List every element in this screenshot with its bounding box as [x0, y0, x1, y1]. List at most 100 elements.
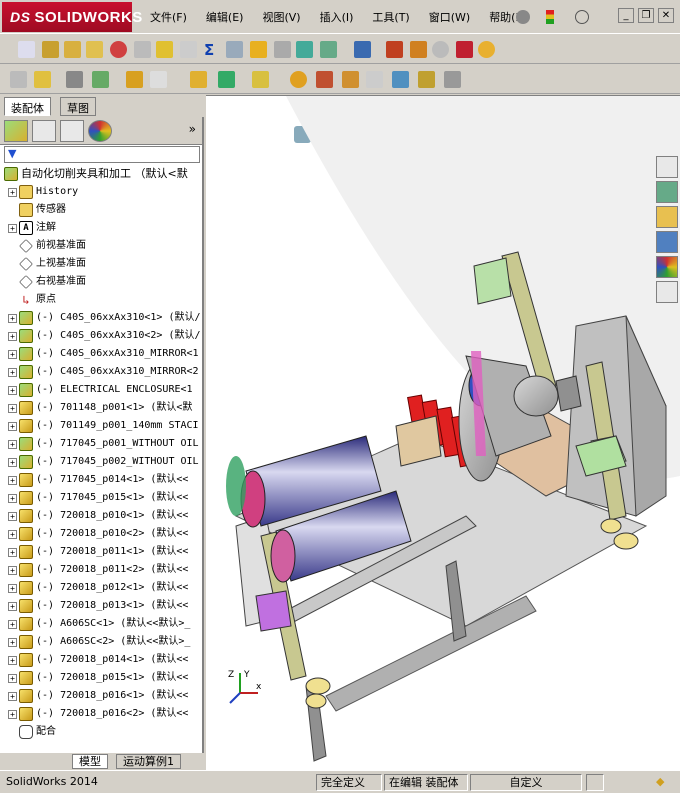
- design-icon[interactable]: [386, 41, 403, 58]
- performance-icon[interactable]: [110, 41, 127, 58]
- expand-toggle-icon[interactable]: +: [8, 349, 17, 359]
- split-icon[interactable]: [274, 41, 291, 58]
- tree-item[interactable]: + (-) 720018_p011<1> (默认<<: [0, 543, 202, 561]
- tree-item[interactable]: + (-) 720018_p011<2> (默认<<: [0, 561, 202, 579]
- tree-item[interactable]: + (-) C40S_06xxAx310_MIRROR<2: [0, 363, 202, 381]
- tab-model[interactable]: 模型: [72, 754, 108, 769]
- resources-icon[interactable]: [656, 156, 678, 178]
- tree-filter-input[interactable]: ▼: [4, 146, 200, 163]
- stack-icon[interactable]: [456, 41, 473, 58]
- close-button[interactable]: ✕: [658, 8, 674, 23]
- gear-icon[interactable]: [410, 41, 427, 58]
- expand-toggle-icon[interactable]: +: [8, 493, 17, 503]
- expand-toggle-icon[interactable]: +: [8, 655, 17, 665]
- expand-toggle-icon[interactable]: +: [8, 385, 17, 395]
- rebuild-status-icon[interactable]: [586, 774, 604, 791]
- tree-item[interactable]: + (-) 701149_p001_140mm STACI: [0, 417, 202, 435]
- tree-item[interactable]: + (-) 717045_p001_WITHOUT OIL: [0, 435, 202, 453]
- status-custom-units[interactable]: 自定义: [470, 774, 582, 791]
- clearance-icon[interactable]: [392, 71, 409, 88]
- menu-edit[interactable]: 编辑(E): [206, 9, 244, 25]
- expand-toggle-icon[interactable]: +: [8, 637, 17, 647]
- expand-toggle-icon[interactable]: +: [8, 691, 17, 701]
- solidworks-logo[interactable]: DS SOLIDWORKS: [2, 2, 142, 32]
- compare-icon[interactable]: [296, 41, 313, 58]
- graphics-area[interactable]: ◫ ⊟ _ ❐ ✕: [206, 95, 680, 770]
- traffic-light-icon[interactable]: [546, 10, 554, 24]
- tree-item[interactable]: + (-) 720018_p010<2> (默认<<: [0, 525, 202, 543]
- expand-toggle-icon[interactable]: +: [8, 475, 17, 485]
- expand-toggle-icon[interactable]: +: [8, 601, 17, 611]
- expand-toggle-icon[interactable]: +: [8, 565, 17, 575]
- expand-toggle-icon[interactable]: +: [8, 421, 17, 431]
- menu-view[interactable]: 视图(V): [262, 9, 300, 25]
- expand-toggle-icon[interactable]: +: [8, 331, 17, 341]
- tab-motion-study[interactable]: 运动算例1: [116, 754, 181, 769]
- expand-toggle-icon[interactable]: +: [8, 187, 17, 197]
- render-icon[interactable]: [478, 41, 495, 58]
- tree-item[interactable]: 右视基准面: [0, 273, 202, 291]
- restore-button[interactable]: ❐: [638, 8, 654, 23]
- expand-toggle-icon[interactable]: +: [8, 457, 17, 467]
- feature-manager-tab-icon[interactable]: [4, 120, 28, 142]
- tree-root-assembly[interactable]: 自动化切削夹具和加工 （默认<默: [0, 165, 202, 183]
- tree-item[interactable]: + (-) A606SC<1> (默认<<默认>_: [0, 615, 202, 633]
- display-manager-tab-icon[interactable]: [88, 120, 112, 142]
- tree-item[interactable]: + (-) 720018_p016<1> (默认<<: [0, 687, 202, 705]
- measure-icon[interactable]: [42, 41, 59, 58]
- section-properties-icon[interactable]: [86, 41, 103, 58]
- tree-item[interactable]: + (-) C40S_06xxAx310<2> (默认/: [0, 327, 202, 345]
- tree-item[interactable]: + (-) C40S_06xxAx310_MIRROR<1: [0, 345, 202, 363]
- expand-toggle-icon[interactable]: +: [8, 403, 17, 413]
- property-manager-tab-icon[interactable]: [32, 120, 56, 142]
- tree-item[interactable]: + (-) 720018_p016<2> (默认<<: [0, 705, 202, 723]
- assembly-features-icon[interactable]: [190, 71, 207, 88]
- analysis-icon[interactable]: [320, 41, 337, 58]
- move-component-icon[interactable]: [126, 71, 143, 88]
- tree-item[interactable]: + (-) 701148_p001<1> (默认<默: [0, 399, 202, 417]
- expand-toggle-icon[interactable]: +: [8, 709, 17, 719]
- tree-item[interactable]: + (-) 720018_p014<1> (默认<<: [0, 651, 202, 669]
- linear-pattern-icon[interactable]: [92, 71, 109, 88]
- warning-icon[interactable]: [250, 41, 267, 58]
- new-part-icon[interactable]: [34, 71, 51, 88]
- tree-item[interactable]: + (-) A606SC<2> (默认<<默认>_: [0, 633, 202, 651]
- custom-properties-icon[interactable]: [656, 281, 678, 303]
- expand-toggle-icon[interactable]: +: [8, 439, 17, 449]
- tree-item[interactable]: + (-) 717045_p014<1> (默认<<: [0, 471, 202, 489]
- pin-icon[interactable]: [516, 10, 530, 24]
- interference-icon[interactable]: [366, 71, 383, 88]
- minimize-button[interactable]: _: [618, 8, 634, 23]
- expand-toggle-icon[interactable]: +: [8, 583, 17, 593]
- tree-item[interactable]: 传感器: [0, 201, 202, 219]
- expand-toggle-icon[interactable]: +: [8, 673, 17, 683]
- file-explorer-icon[interactable]: [656, 206, 678, 228]
- spelling-icon[interactable]: [18, 41, 35, 58]
- tree-item[interactable]: + (-) 720018_p012<1> (默认<<: [0, 579, 202, 597]
- sum-icon[interactable]: Σ: [204, 41, 221, 59]
- tree-item[interactable]: 上视基准面: [0, 255, 202, 273]
- appearances-icon[interactable]: [656, 256, 678, 278]
- explode-line-icon[interactable]: [342, 71, 359, 88]
- bill-of-materials-icon[interactable]: [290, 71, 307, 88]
- expand-toggle-icon[interactable]: +: [8, 223, 17, 233]
- expand-toggle-icon[interactable]: +: [8, 511, 17, 521]
- cad-model-canvas[interactable]: [206, 96, 680, 770]
- tree-item[interactable]: + (-) 717045_p015<1> (默认<<: [0, 489, 202, 507]
- configuration-manager-tab-icon[interactable]: [60, 120, 84, 142]
- tree-item[interactable]: + (-) C40S_06xxAx310<1> (默认/: [0, 309, 202, 327]
- menu-tools[interactable]: 工具(T): [372, 9, 409, 25]
- check-icon[interactable]: [134, 41, 151, 58]
- expand-panel-icon[interactable]: »: [189, 122, 196, 136]
- tab-sketch[interactable]: 草图: [60, 97, 96, 116]
- tree-item[interactable]: + (-) ELECTRICAL ENCLOSURE<1: [0, 381, 202, 399]
- tolerance-icon[interactable]: [226, 41, 243, 58]
- checkbox-icon[interactable]: [156, 41, 173, 58]
- tree-item[interactable]: + (-) 720018_p013<1> (默认<<: [0, 597, 202, 615]
- instant3d-icon[interactable]: [444, 71, 461, 88]
- geometry-check-icon[interactable]: [180, 41, 197, 58]
- paperclip-icon[interactable]: [66, 71, 83, 88]
- tree-item[interactable]: ↳ 原点: [0, 291, 202, 309]
- tab-assembly[interactable]: 装配体: [4, 97, 51, 116]
- hole-alignment-icon[interactable]: [418, 71, 435, 88]
